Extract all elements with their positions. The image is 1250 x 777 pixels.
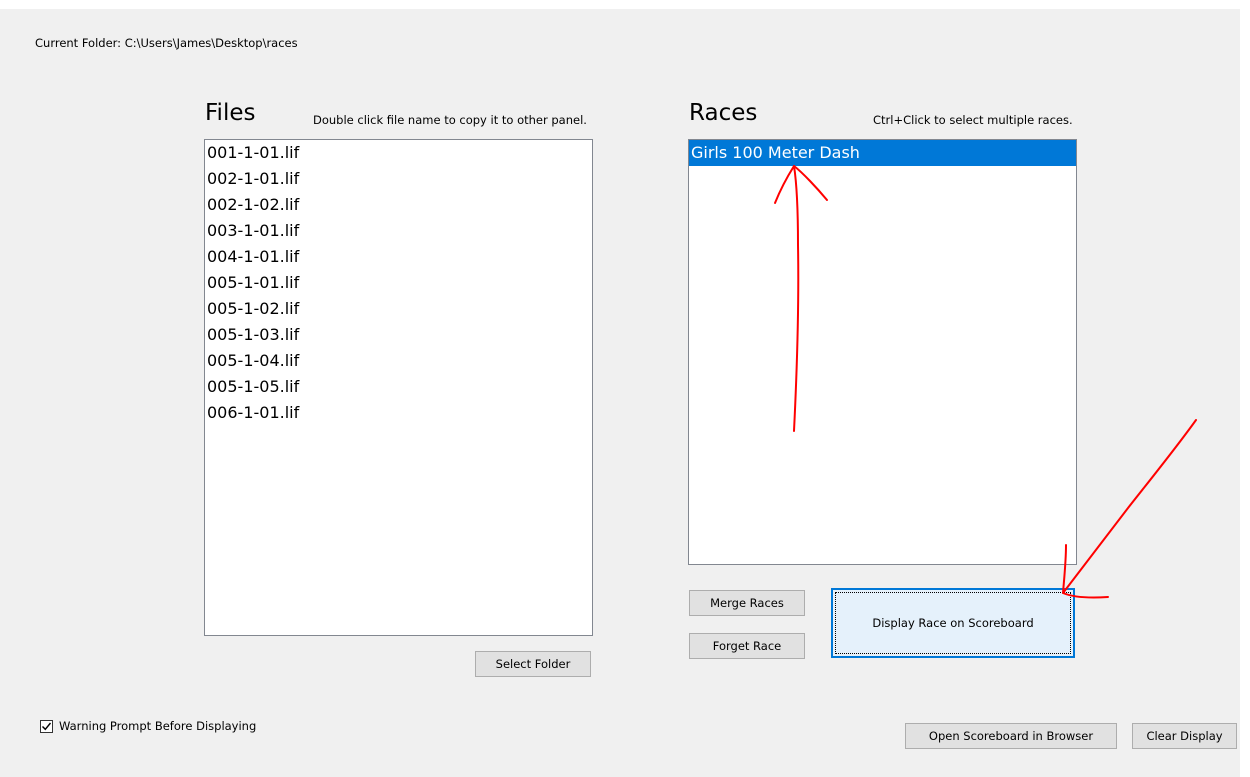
race-list-item-selected[interactable]: Girls 100 Meter Dash	[689, 140, 1076, 166]
current-folder-label: Current Folder: C:\Users\James\Desktop\r…	[35, 36, 298, 50]
file-list-item[interactable]: 005-1-02.lif	[205, 296, 592, 322]
file-list-item[interactable]: 004-1-01.lif	[205, 244, 592, 270]
checkmark-icon	[42, 722, 52, 730]
files-listbox[interactable]: 001-1-01.lif 002-1-01.lif 002-1-02.lif 0…	[204, 139, 593, 636]
races-title: Races	[689, 100, 758, 126]
warning-prompt-checkbox-row[interactable]: Warning Prompt Before Displaying	[40, 719, 256, 733]
select-folder-button[interactable]: Select Folder	[475, 651, 591, 677]
forget-race-button[interactable]: Forget Race	[689, 633, 805, 659]
file-list-item[interactable]: 006-1-01.lif	[205, 400, 592, 426]
file-list-item[interactable]: 005-1-04.lif	[205, 348, 592, 374]
file-list-item[interactable]: 002-1-01.lif	[205, 166, 592, 192]
file-list-item[interactable]: 005-1-01.lif	[205, 270, 592, 296]
merge-races-button[interactable]: Merge Races	[689, 590, 805, 616]
clear-display-button[interactable]: Clear Display	[1132, 723, 1237, 749]
file-list-item[interactable]: 002-1-02.lif	[205, 192, 592, 218]
file-list-item[interactable]: 005-1-05.lif	[205, 374, 592, 400]
races-hint: Ctrl+Click to select multiple races.	[873, 113, 1073, 127]
warning-prompt-label: Warning Prompt Before Displaying	[59, 719, 257, 733]
display-race-on-scoreboard-button[interactable]: Display Race on Scoreboard	[831, 588, 1075, 658]
file-list-item[interactable]: 003-1-01.lif	[205, 218, 592, 244]
files-title: Files	[205, 100, 256, 126]
file-list-item[interactable]: 005-1-03.lif	[205, 322, 592, 348]
files-hint: Double click file name to copy it to oth…	[313, 113, 587, 127]
open-scoreboard-in-browser-button[interactable]: Open Scoreboard in Browser	[905, 723, 1117, 749]
races-listbox[interactable]: Girls 100 Meter Dash	[688, 139, 1077, 565]
file-list-item[interactable]: 001-1-01.lif	[205, 140, 592, 166]
warning-prompt-checkbox[interactable]	[40, 719, 53, 733]
